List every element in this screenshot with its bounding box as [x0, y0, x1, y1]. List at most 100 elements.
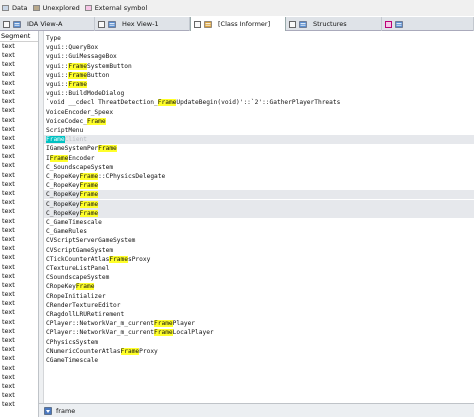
type-column-header[interactable]: Type: [44, 34, 474, 43]
tab-class-informer[interactable]: [Class Informer]: [190, 17, 286, 31]
segment-cell[interactable]: text: [0, 235, 38, 244]
segment-cell[interactable]: text: [0, 364, 38, 373]
quick-filter-input[interactable]: [56, 406, 256, 415]
class-name-text: SystemButton: [87, 62, 132, 70]
segment-cell[interactable]: text: [0, 253, 38, 262]
segment-cell[interactable]: text: [0, 207, 38, 216]
segment-cell[interactable]: text: [0, 327, 38, 336]
class-row[interactable]: VoiceCodec_Frame: [44, 117, 474, 126]
segment-cell[interactable]: text: [0, 70, 38, 79]
class-name-text: CRagdollLRURetirement: [46, 311, 125, 318]
segment-cell[interactable]: text: [0, 171, 38, 180]
segment-cell[interactable]: text: [0, 161, 38, 170]
segment-column-header[interactable]: Segment: [0, 31, 38, 42]
segment-cell[interactable]: text: [0, 143, 38, 152]
class-row[interactable]: C_SoundscapeSystem: [44, 163, 474, 172]
segment-cell[interactable]: text: [0, 60, 38, 69]
class-row[interactable]: C_GameTimescale: [44, 218, 474, 227]
class-row[interactable]: C_RopeKeyFrame: [44, 208, 474, 218]
segment-cell[interactable]: text: [0, 299, 38, 308]
legend-label: External symbol: [94, 4, 148, 12]
match-highlight: Frame: [79, 191, 99, 199]
class-row[interactable]: `void __cdecl ThreatDetection_FrameUpdat…: [44, 98, 474, 107]
class-row[interactable]: IFrameEncoder: [44, 154, 474, 163]
segment-panel[interactable]: Segment text text text text text text text text…: [0, 31, 39, 417]
segment-cell[interactable]: text: [0, 97, 38, 106]
class-row[interactable]: C_RopeKeyFrame::CPhysicsDelegate: [44, 172, 474, 181]
class-row[interactable]: CRagdollLRURetirement: [44, 310, 474, 319]
segment-cell[interactable]: text: [0, 42, 38, 51]
close-tab-icon[interactable]: [194, 20, 201, 28]
class-row[interactable]: IGameSystemPerFrame: [44, 144, 474, 153]
class-row[interactable]: vgui::FrameButton: [44, 71, 474, 80]
segment-cell[interactable]: text: [0, 51, 38, 60]
segment-cell[interactable]: text: [0, 354, 38, 363]
tab-empty[interactable]: [382, 17, 474, 31]
class-row[interactable]: vgui::GuiMessageBox: [44, 52, 474, 61]
segment-cell[interactable]: text: [0, 345, 38, 354]
class-name-text: C_RopeKey: [46, 191, 80, 199]
close-tab-icon[interactable]: [3, 20, 10, 28]
segment-cell[interactable]: text: [0, 125, 38, 134]
class-row[interactable]: vgui::QueryBox: [44, 43, 474, 52]
class-row[interactable]: CPlayer::NetworkVar_m_currentFrameLocalP…: [44, 328, 474, 337]
class-row[interactable]: CSoundscapeSystem: [44, 273, 474, 282]
class-informer-list[interactable]: Type vgui::QueryBox vgui::GuiMessageBox vgu…: [44, 31, 474, 403]
close-tab-icon[interactable]: [289, 20, 296, 28]
segment-cell[interactable]: text: [0, 290, 38, 299]
class-row[interactable]: CPhysicsSystem: [44, 338, 474, 347]
segment-cell[interactable]: text: [0, 244, 38, 253]
class-row[interactable]: vgui::Frame: [44, 80, 474, 89]
segment-cell[interactable]: text: [0, 226, 38, 235]
class-row[interactable]: vgui::FrameSystemButton: [44, 62, 474, 71]
segment-cell[interactable]: text: [0, 180, 38, 189]
segment-cell[interactable]: text: [0, 116, 38, 125]
class-row[interactable]: CVScriptGameSystem: [44, 246, 474, 255]
segment-cell[interactable]: text: [0, 217, 38, 226]
class-row[interactable]: VoiceEncoder_Speex: [44, 108, 474, 117]
close-tab-icon[interactable]: [385, 20, 392, 28]
segment-cell[interactable]: text: [0, 189, 38, 198]
segment-cell[interactable]: text: [0, 281, 38, 290]
class-row[interactable]: C_RopeKeyFrame: [44, 181, 474, 190]
class-row[interactable]: FrameClient: [44, 135, 474, 145]
class-row[interactable]: ScriptMenu: [44, 126, 474, 135]
segment-cell[interactable]: text: [0, 88, 38, 97]
segment-cell[interactable]: text: [0, 263, 38, 272]
segment-cell[interactable]: text: [0, 152, 38, 161]
class-row[interactable]: CRenderTextureEditor: [44, 301, 474, 310]
class-row[interactable]: CRopeKeyFrame: [44, 282, 474, 291]
class-name-text: Proxy: [139, 347, 158, 355]
tab-structures[interactable]: Structures: [286, 17, 382, 31]
class-row[interactable]: vgui::BuildModeDialog: [44, 89, 474, 98]
class-row[interactable]: CPlayer::NetworkVar_m_currentFramePlayer: [44, 319, 474, 328]
segment-cell[interactable]: text: [0, 400, 38, 409]
class-row[interactable]: CTickCounterAtlasFramesProxy: [44, 255, 474, 264]
segment-cell[interactable]: text: [0, 79, 38, 88]
segment-cell[interactable]: text: [0, 336, 38, 345]
segment-cell[interactable]: text: [0, 318, 38, 327]
tab-label: Hex View-1: [122, 20, 159, 28]
segment-cell[interactable]: text: [0, 391, 38, 400]
segment-cell[interactable]: text: [0, 308, 38, 317]
segment-cell[interactable]: text: [0, 198, 38, 207]
segment-cell[interactable]: text: [0, 382, 38, 391]
close-tab-icon[interactable]: [98, 20, 105, 28]
class-name-text: UpdateBegin(void)'::`2'::GatherPlayerThr…: [176, 99, 341, 107]
tab-ida-view-a[interactable]: IDA View-A: [0, 17, 95, 31]
class-name-text: CRenderTextureEditor: [46, 301, 121, 309]
class-row[interactable]: CVScriptServerGameSystem: [44, 236, 474, 245]
segment-cell[interactable]: text: [0, 272, 38, 281]
class-row[interactable]: CTextureListPanel: [44, 264, 474, 273]
class-row[interactable]: C_GameRules: [44, 227, 474, 236]
segment-cell[interactable]: text: [0, 373, 38, 382]
class-row[interactable]: CNumericCounterAtlasFrameProxy: [44, 347, 474, 356]
class-row[interactable]: C_RopeKeyFrame: [44, 199, 474, 209]
segment-cell[interactable]: text: [0, 106, 38, 115]
tab-hex-view-1[interactable]: Hex View-1: [95, 17, 190, 31]
class-name-text: vgui::: [46, 62, 69, 70]
class-row[interactable]: CRopeInitializer: [44, 292, 474, 301]
class-row[interactable]: C_RopeKeyFrame: [44, 190, 474, 200]
segment-cell[interactable]: text: [0, 134, 38, 143]
class-row[interactable]: CGameTimescale: [44, 356, 474, 365]
